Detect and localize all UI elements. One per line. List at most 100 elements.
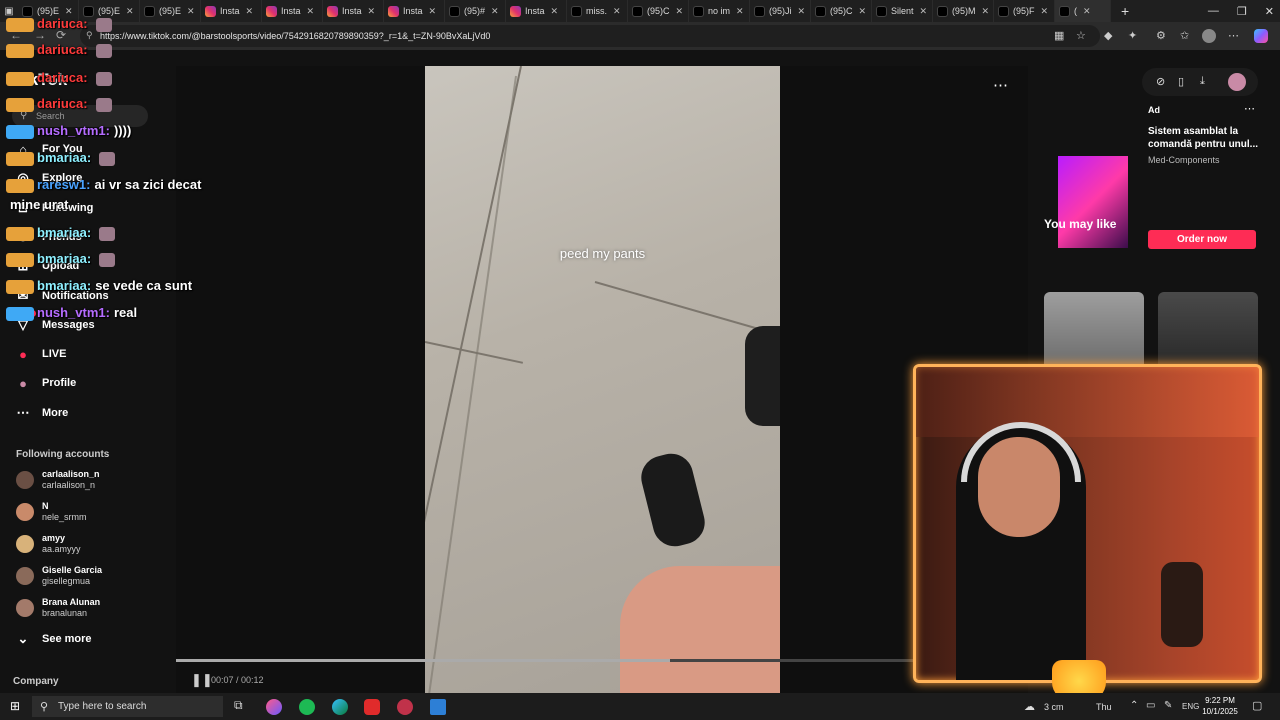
tab-close-icon[interactable]: ✕ xyxy=(859,6,867,17)
browser-tab[interactable]: (95)C ✕ xyxy=(628,0,689,22)
company-link[interactable]: Company xyxy=(13,676,59,687)
more-options-icon[interactable]: ⋯ xyxy=(993,76,1008,94)
tab-close-icon[interactable]: ✕ xyxy=(920,6,928,17)
ad-thumbnail[interactable] xyxy=(1058,156,1128,248)
taskbar-search[interactable]: ⚲ Type here to search xyxy=(32,696,223,717)
favorite-star-icon[interactable]: ☆ xyxy=(1076,29,1086,42)
spotify-icon[interactable] xyxy=(299,699,315,715)
sidebar-item-profile[interactable]: ● Profile xyxy=(14,374,76,392)
browser-tab[interactable]: Insta ✕ xyxy=(323,0,384,22)
language-indicator[interactable]: ENG xyxy=(1182,702,1199,711)
copilot-icon[interactable] xyxy=(1254,29,1268,43)
tab-close-icon[interactable]: ✕ xyxy=(368,6,376,17)
tab-close-icon[interactable]: ✕ xyxy=(307,6,315,17)
following-account[interactable]: Brana Alunan branalunan xyxy=(16,597,100,619)
system-clock[interactable]: 9:22 PM 10/1/2025 xyxy=(1200,695,1240,717)
chat-username: raresw1: xyxy=(37,177,91,192)
download-icon[interactable]: ⤓ xyxy=(1200,75,1205,88)
tab-close-icon[interactable]: ✕ xyxy=(187,6,195,17)
user-avatar[interactable] xyxy=(1228,73,1246,91)
favorites-icon[interactable]: ✩ xyxy=(1180,29,1189,42)
browser-tab[interactable]: (95)E ✕ xyxy=(140,0,201,22)
edge-icon[interactable] xyxy=(332,699,348,715)
site-info-icon[interactable]: ⚲ xyxy=(86,30,93,41)
network-icon[interactable]: ▭ xyxy=(1146,700,1155,711)
minimize-icon[interactable]: — xyxy=(1208,5,1219,17)
browser-menu-dots-icon[interactable]: ⋯ xyxy=(1228,29,1239,42)
tray-chevron-icon[interactable]: ⌃ xyxy=(1130,700,1138,711)
tiktok-icon xyxy=(937,5,948,17)
tab-label: (95)F xyxy=(1013,6,1035,16)
browser-menu-icon[interactable]: ▣ xyxy=(0,6,18,17)
sidebar-item-live[interactable]: ● LIVE xyxy=(14,345,66,363)
chat-username: nush_vtm1: xyxy=(37,123,110,138)
tab-close-icon[interactable]: ✕ xyxy=(1041,6,1049,17)
close-icon[interactable]: ✕ xyxy=(1265,5,1274,18)
order-now-button[interactable]: Order now xyxy=(1148,230,1256,249)
browser-tab[interactable]: Silent ✕ xyxy=(872,0,933,22)
chat-text: mine urat xyxy=(10,197,69,212)
profile-avatar-icon[interactable] xyxy=(1202,29,1216,43)
chat-badge-icon xyxy=(6,226,34,241)
tab-close-icon[interactable]: ✕ xyxy=(491,6,499,17)
pen-icon[interactable]: ✎ xyxy=(1164,700,1172,711)
sidebar-item-more[interactable]: ⋯ More xyxy=(14,404,69,422)
browser-tab[interactable]: Insta ✕ xyxy=(201,0,262,22)
app-icon-6[interactable] xyxy=(430,699,446,715)
following-account[interactable]: amyy aa.amyyy xyxy=(16,533,81,555)
weather-icon[interactable]: ☁ xyxy=(1024,700,1035,713)
chat-badge-icon xyxy=(6,97,34,112)
new-tab-button[interactable]: + xyxy=(1121,3,1129,19)
extensions-puzzle-icon[interactable]: ✦ xyxy=(1128,29,1137,42)
extension-icon[interactable]: ◆ xyxy=(1104,29,1112,42)
tab-close-icon[interactable]: ✕ xyxy=(736,6,744,17)
video-progress-track[interactable] xyxy=(176,659,1028,662)
browser-tab[interactable]: (95)F ✕ xyxy=(994,0,1055,22)
tab-close-icon[interactable]: ✕ xyxy=(429,6,437,17)
windows-taskbar: ⊞ ⚲ Type here to search ⧉ ☁ 3 cm Thu ⌃ ▭… xyxy=(0,693,1280,720)
sidebar-item-label: LIVE xyxy=(42,348,67,361)
url-text: https://www.tiktok.com/@barstoolsports/v… xyxy=(100,31,491,41)
browser-tab[interactable]: Insta ✕ xyxy=(262,0,323,22)
tab-close-icon[interactable]: ✕ xyxy=(613,6,621,17)
reader-icon[interactable]: ▦ xyxy=(1054,29,1064,42)
browser-tab[interactable]: (95)# ✕ xyxy=(445,0,506,22)
following-account[interactable]: carlaalison_n carlaalison_n xyxy=(16,469,100,491)
live-icon: ● xyxy=(19,346,27,362)
browser-tab[interactable]: Insta ✕ xyxy=(384,0,445,22)
maximize-icon[interactable]: ❐ xyxy=(1237,5,1247,18)
ad-title[interactable]: Sistem asamblat la comandă pentru unul..… xyxy=(1148,125,1258,151)
tab-close-icon[interactable]: ✕ xyxy=(981,6,989,17)
notification-center-icon[interactable]: ▢ xyxy=(1252,699,1262,712)
windows-start-icon[interactable]: ⊞ xyxy=(10,699,20,713)
browser-tab[interactable]: (95)Ji ✕ xyxy=(750,0,811,22)
video-player[interactable]: peed my pants xyxy=(425,66,780,693)
app-icon-1[interactable] xyxy=(266,699,282,715)
tab-close-icon[interactable]: ✕ xyxy=(65,6,73,17)
ad-more-icon[interactable]: ⋯ xyxy=(1244,102,1255,115)
following-account[interactable]: Nnele_srmm xyxy=(16,501,87,523)
browser-tab[interactable]: Insta ✕ xyxy=(506,0,567,22)
pause-icon[interactable]: ❚❚ xyxy=(191,672,213,688)
you-may-like-title: You may like xyxy=(1044,217,1117,231)
see-more-button[interactable]: ⌄ See more xyxy=(14,630,92,648)
obs-icon[interactable] xyxy=(397,699,413,715)
tab-close-icon[interactable]: ✕ xyxy=(676,6,684,17)
browser-tab[interactable]: no im ✕ xyxy=(689,0,750,22)
tab-close-icon[interactable]: ✕ xyxy=(798,6,806,17)
tab-close-icon[interactable]: ✕ xyxy=(246,6,254,17)
coin-icon[interactable]: ⊘ xyxy=(1156,75,1165,88)
browser-tab[interactable]: (95)C ✕ xyxy=(811,0,872,22)
tab-close-icon[interactable]: ✕ xyxy=(1083,6,1091,17)
tab-close-icon[interactable]: ✕ xyxy=(551,6,559,17)
tab-close-icon[interactable]: ✕ xyxy=(126,6,134,17)
browser-tab[interactable]: miss. ✕ xyxy=(567,0,628,22)
following-account[interactable]: Giselle Garcia gisellegmua xyxy=(16,565,102,587)
browser-tab[interactable]: (✕ xyxy=(1055,0,1111,22)
app-icon-4[interactable] xyxy=(364,699,380,715)
task-view-icon[interactable]: ⧉ xyxy=(234,698,243,713)
split-screen-icon[interactable]: ⚙ xyxy=(1156,29,1166,42)
device-icon[interactable]: ▯ xyxy=(1178,75,1184,88)
url-field[interactable]: ⚲ https://www.tiktok.com/@barstoolsports… xyxy=(80,25,1100,47)
browser-tab[interactable]: (95)M ✕ xyxy=(933,0,994,22)
